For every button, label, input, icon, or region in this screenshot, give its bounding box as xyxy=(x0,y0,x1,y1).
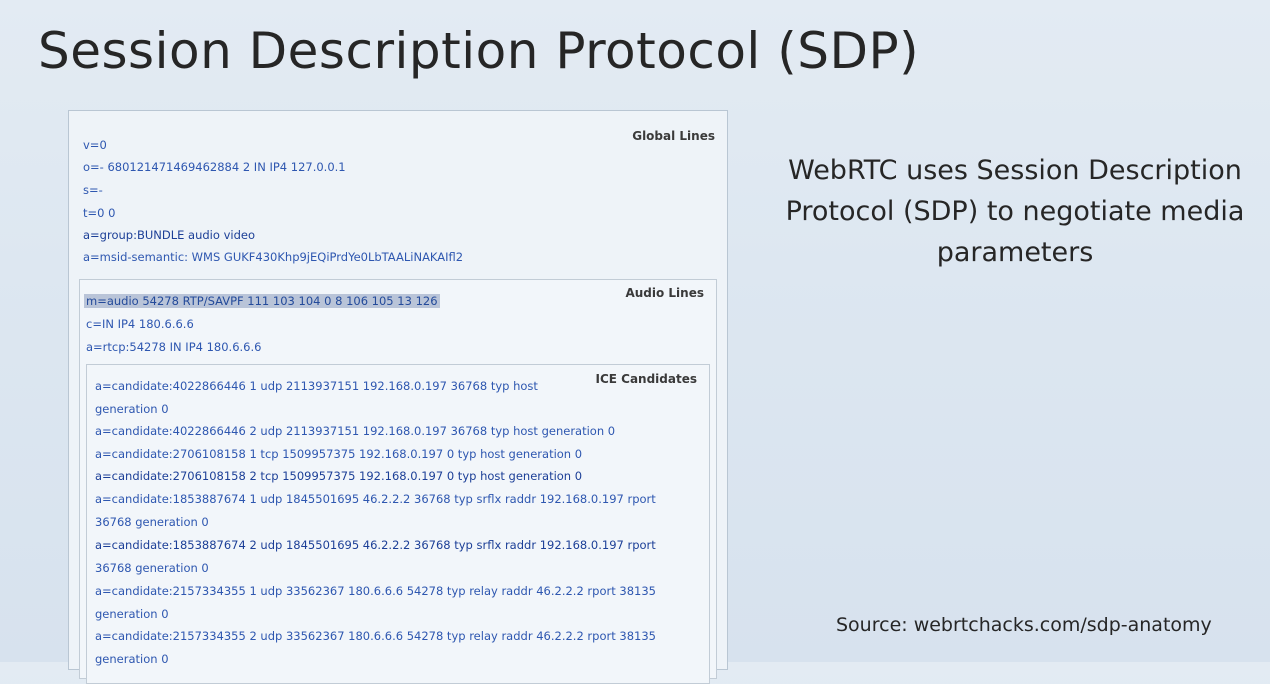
sdp-line: c=IN IP4 180.6.6.6 xyxy=(86,317,194,331)
sdp-panel: Global Lines v=0 o=- 680121471469462884 … xyxy=(68,110,728,684)
audio-lines-label: Audio Lines xyxy=(625,286,704,300)
sdp-line: o=- 680121471469462884 2 IN IP4 127.0.0.… xyxy=(83,160,346,174)
sdp-line: a=candidate:2706108158 2 tcp 1509957375 … xyxy=(95,469,583,483)
sdp-line: a=candidate:1853887674 2 udp 1845501695 … xyxy=(95,538,656,552)
ice-candidates-label: ICE Candidates xyxy=(595,372,697,386)
sdp-line: v=0 xyxy=(83,138,107,152)
sdp-line: 36768 generation 0 xyxy=(95,515,209,529)
sdp-line-highlighted: m=audio 54278 RTP/SAVPF 111 103 104 0 8 … xyxy=(84,294,440,308)
sdp-line: a=candidate:1853887674 1 udp 1845501695 … xyxy=(95,492,656,506)
slide-title: Session Description Protocol (SDP) xyxy=(38,22,920,80)
sdp-line: s=- xyxy=(83,183,103,197)
sdp-line: generation 0 xyxy=(95,652,169,666)
source-citation: Source: webrtchacks.com/sdp-anatomy xyxy=(836,614,1212,636)
ice-candidates-section: ICE Candidates a=candidate:4022866446 1 … xyxy=(86,364,710,684)
sdp-line: a=candidate:2157334355 2 udp 33562367 18… xyxy=(95,629,656,643)
slide-description: WebRTC uses Session Description Protocol… xyxy=(785,155,1245,268)
sdp-line: a=candidate:4022866446 1 udp 2113937151 … xyxy=(95,379,538,393)
sdp-line: generation 0 xyxy=(95,402,169,416)
sdp-line: a=msid-semantic: WMS GUKF430Khp9jEQiPrdY… xyxy=(83,250,464,264)
sdp-line: a=rtcp:54278 IN IP4 180.6.6.6 xyxy=(86,340,262,354)
sdp-line: t=0 0 xyxy=(83,206,116,220)
global-lines-section: Global Lines v=0 o=- 680121471469462884 … xyxy=(69,111,727,279)
sdp-line: generation 0 xyxy=(95,607,169,621)
global-lines-label: Global Lines xyxy=(632,129,715,143)
audio-lines-section: Audio Lines m=audio 54278 RTP/SAVPF 111 … xyxy=(79,279,717,684)
sdp-line: a=group:BUNDLE audio video xyxy=(83,228,255,242)
sdp-line: a=candidate:4022866446 2 udp 2113937151 … xyxy=(95,424,616,438)
sdp-line: a=candidate:2706108158 1 tcp 1509957375 … xyxy=(95,447,583,461)
sdp-line: a=candidate:2157334355 1 udp 33562367 18… xyxy=(95,584,656,598)
sdp-line: 36768 generation 0 xyxy=(95,561,209,575)
